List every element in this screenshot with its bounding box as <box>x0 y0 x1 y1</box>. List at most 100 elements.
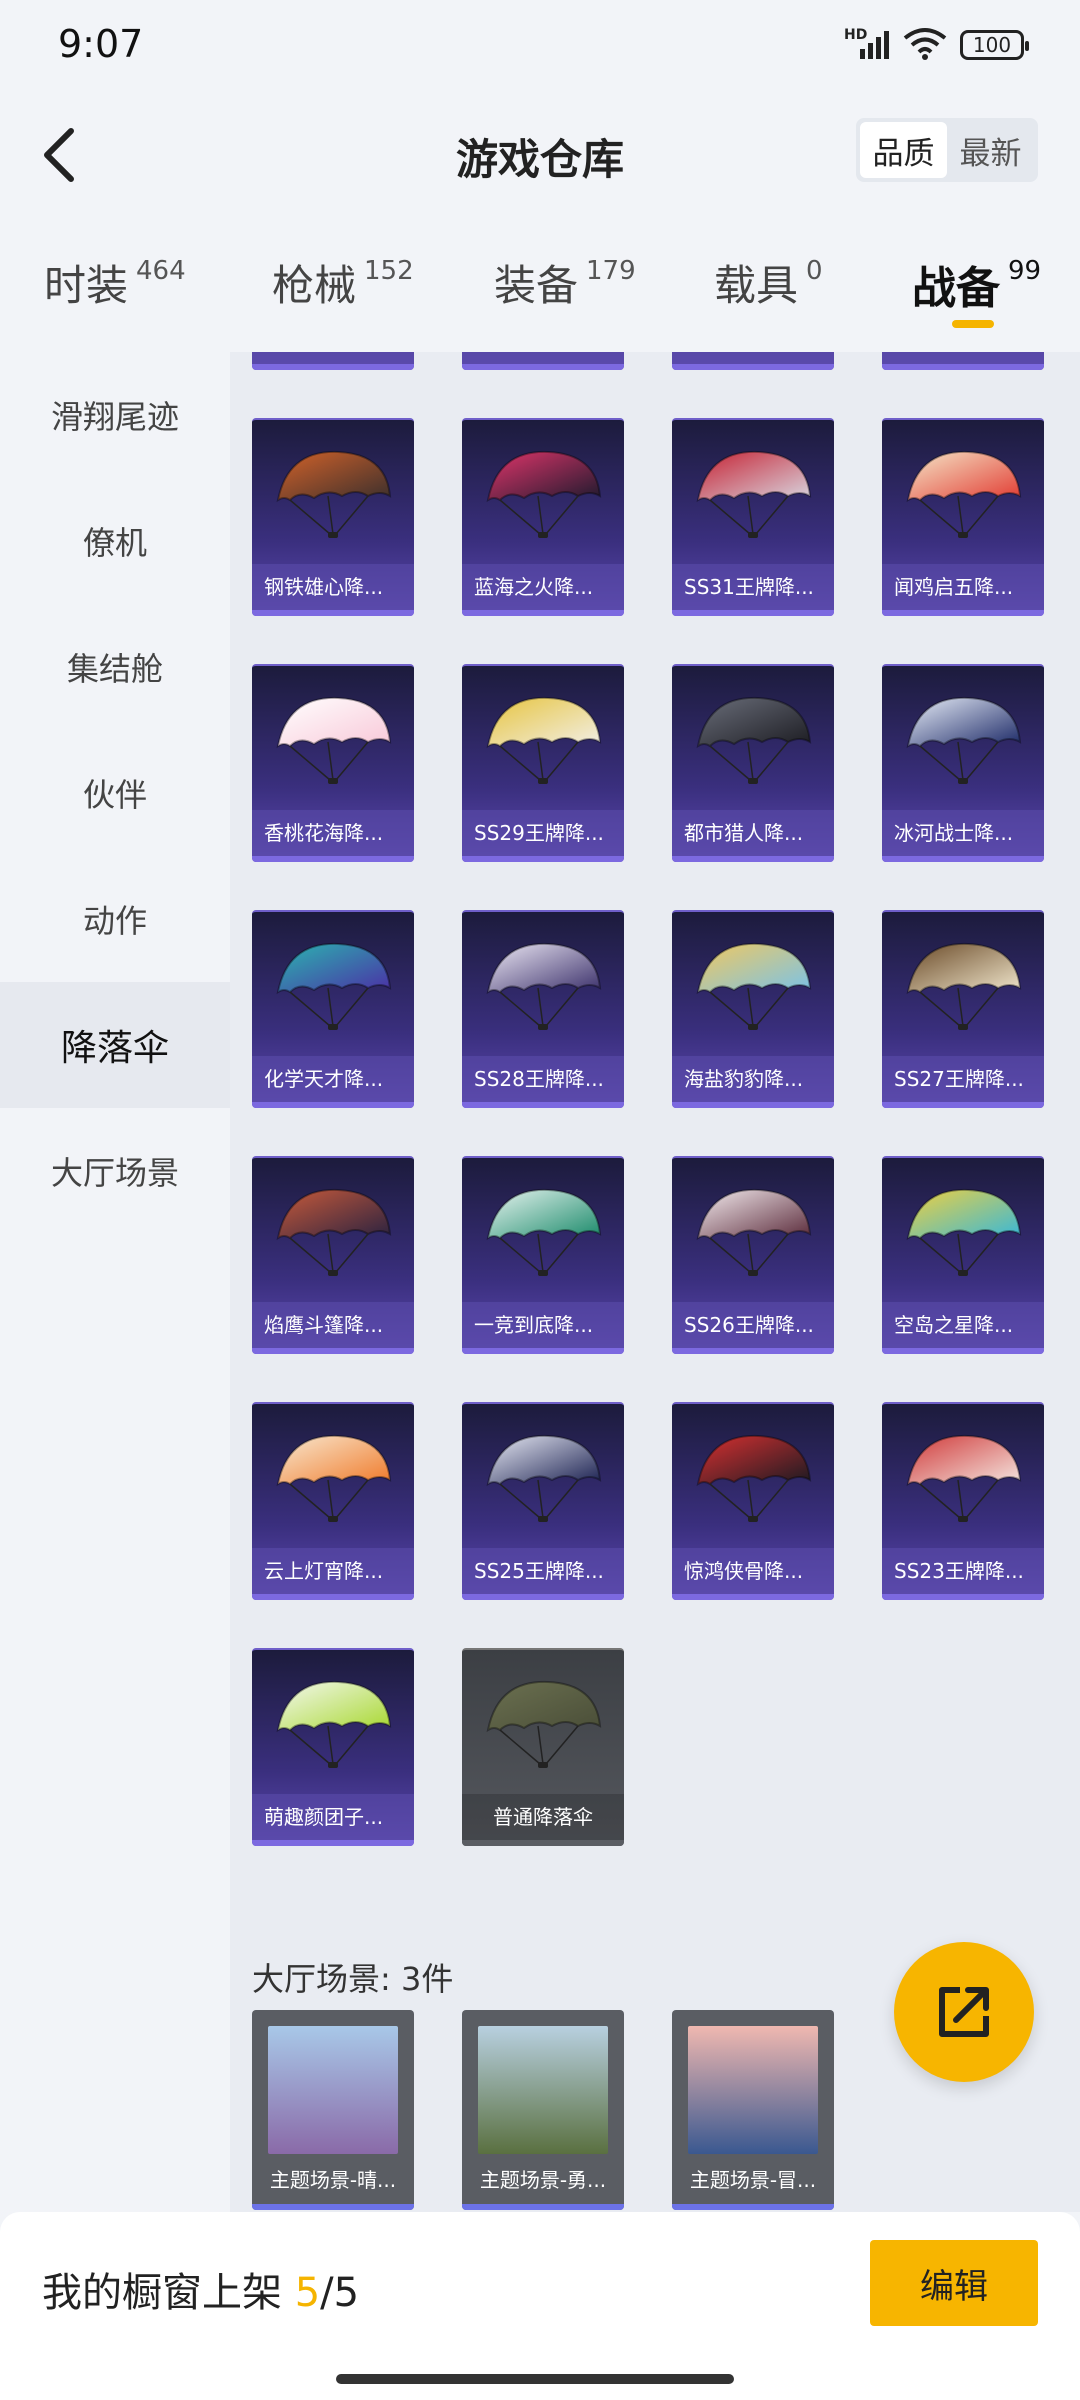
tab-label: 装备 <box>494 261 579 310</box>
quality-strip <box>252 2204 414 2210</box>
quality-strip <box>252 856 414 862</box>
parachute-icon <box>462 1158 624 1304</box>
sidebar-item-wingman[interactable]: 僚机 <box>0 478 230 604</box>
parachute-card[interactable]: 萌趣颜团子... <box>252 1648 414 1846</box>
parachute-name: 蓝海之火降... <box>462 564 624 610</box>
sort-toggle: 品质 最新 <box>856 118 1038 182</box>
parachute-name: 冰河战士降... <box>882 810 1044 856</box>
sidebar-item-assembly-pod[interactable]: 集结舱 <box>0 604 230 730</box>
parachute-card[interactable]: 钢铁雄心降... <box>252 418 414 616</box>
sidebar-item-lobby-scene[interactable]: 大厅场景 <box>0 1108 230 1234</box>
lobby-scene-card[interactable]: 主题场景-冒... <box>672 2010 834 2210</box>
parachute-name: SS27王牌降... <box>882 1056 1044 1102</box>
quality-strip <box>672 610 834 616</box>
showcase-current-count: 5 <box>294 2270 321 2316</box>
showcase-label: 我的橱窗上架 <box>42 2270 295 2316</box>
quality-strip <box>882 1102 1044 1108</box>
parachute-name: SS28王牌降... <box>462 1056 624 1102</box>
parachute-card[interactable]: 蓝海之火降... <box>462 418 624 616</box>
tab-fashion[interactable]: 时装 464 <box>44 252 186 313</box>
parachute-card[interactable]: 都市猎人降... <box>672 664 834 862</box>
parachute-card[interactable]: 冰河战士降... <box>882 664 1044 862</box>
quality-strip <box>882 1348 1044 1354</box>
parachute-card[interactable]: 云上灯宵降... <box>252 1402 414 1600</box>
parachute-card[interactable]: 化学天才降... <box>252 910 414 1108</box>
sidebar: 滑翔尾迹 僚机 集结舱 伙伴 动作 降落伞 大厅场景 <box>0 352 230 2212</box>
lobby-scene-card[interactable]: 主题场景-勇... <box>462 2010 624 2210</box>
sort-latest-button[interactable]: 最新 <box>947 122 1034 178</box>
parachute-card[interactable]: SS23王牌降... <box>882 1402 1044 1600</box>
parachute-card[interactable]: 空岛之星降... <box>882 1156 1044 1354</box>
tab-vehicles[interactable]: 载具 0 <box>714 252 823 313</box>
parachute-icon <box>672 1404 834 1550</box>
parachute-card[interactable]: 普通降落伞 <box>462 1648 624 1846</box>
quality-strip <box>462 1348 624 1354</box>
parachute-card[interactable]: SS28王牌降... <box>462 910 624 1108</box>
parachute-card[interactable]: 闻鸡启五降... <box>882 418 1044 616</box>
parachute-name: 普通降落伞 <box>462 1794 624 1840</box>
parachute-name: 云上灯宵降... <box>252 1548 414 1594</box>
parachute-card[interactable]: 一竞到底降... <box>462 1156 624 1354</box>
showcase-status: 我的橱窗上架 5/5 <box>42 2260 359 2318</box>
parachute-card[interactable]: 百战成名降... <box>462 352 624 370</box>
status-icons: HD 100 <box>844 26 1029 64</box>
parachute-icon <box>252 1650 414 1796</box>
sidebar-item-partner[interactable]: 伙伴 <box>0 730 230 856</box>
parachute-card[interactable]: SS25王牌降... <box>462 1402 624 1600</box>
quality-strip <box>462 1840 624 1846</box>
tab-equipment[interactable]: 装备 179 <box>494 252 636 313</box>
quality-strip <box>882 364 1044 370</box>
tab-count: 464 <box>136 256 186 286</box>
tab-count: 179 <box>586 256 636 286</box>
scene-thumbnail <box>478 2026 608 2154</box>
parachute-name: SS34王牌降... <box>882 352 1044 364</box>
sidebar-item-emote[interactable]: 动作 <box>0 856 230 982</box>
parachute-card[interactable]: 焰鹰斗篷降... <box>252 1156 414 1354</box>
parachute-card[interactable]: 海盐豹豹降... <box>672 910 834 1108</box>
parachute-name: SS23王牌降... <box>882 1548 1044 1594</box>
parachute-icon <box>882 420 1044 566</box>
category-tabs: 时装 464 枪械 152 装备 179 载具 0 战备 99 <box>0 240 1080 350</box>
parachute-card[interactable]: SS26王牌降... <box>672 1156 834 1354</box>
parachute-card[interactable]: SS29王牌降... <box>462 664 624 862</box>
parachute-card[interactable]: SS27王牌降... <box>882 910 1044 1108</box>
parachute-card[interactable]: SS31王牌降... <box>672 418 834 616</box>
edit-button[interactable]: 编辑 <box>870 2240 1038 2326</box>
parachute-card[interactable]: 惊鸿侠骨降... <box>672 1402 834 1600</box>
home-indicator[interactable] <box>336 2374 734 2384</box>
parachute-name: 海盐豹豹降... <box>672 1056 834 1102</box>
share-button[interactable] <box>894 1942 1034 2082</box>
parachute-icon <box>672 420 834 566</box>
parachute-card[interactable]: SS34王牌降... <box>882 352 1044 370</box>
quality-strip <box>882 1594 1044 1600</box>
status-bar: 9:07 HD 100 <box>0 0 1080 90</box>
parachute-name: SS26王牌降... <box>672 1302 834 1348</box>
tab-battle-gear[interactable]: 战备 99 <box>912 252 1041 316</box>
parachute-icon <box>672 666 834 812</box>
parachute-card[interactable]: 风迹短诗降... <box>252 352 414 370</box>
quality-strip <box>252 1594 414 1600</box>
parachute-icon <box>672 912 834 1058</box>
parachute-icon <box>462 912 624 1058</box>
quality-strip <box>252 610 414 616</box>
parachute-icon <box>462 1650 624 1796</box>
tab-count: 152 <box>364 256 414 286</box>
tab-count: 0 <box>806 256 823 286</box>
tab-weapons[interactable]: 枪械 152 <box>272 252 414 313</box>
quality-strip <box>462 1594 624 1600</box>
parachute-name: 萌趣颜团子... <box>252 1794 414 1840</box>
parachute-card[interactable]: 香桃花海降... <box>252 664 414 862</box>
parachute-name: 风迹短诗降... <box>252 352 414 364</box>
parachute-name: 百战成名降... <box>462 352 624 364</box>
lobby-scene-card[interactable]: 主题场景-晴... <box>252 2010 414 2210</box>
quality-strip <box>252 1840 414 1846</box>
quality-strip <box>462 856 624 862</box>
parachute-name: 焰鹰斗篷降... <box>252 1302 414 1348</box>
sidebar-item-parachute[interactable]: 降落伞 <box>0 982 230 1108</box>
parachute-card[interactable]: 凌霄紫焰降... <box>672 352 834 370</box>
sort-quality-button[interactable]: 品质 <box>860 122 947 178</box>
sidebar-item-glide-trail[interactable]: 滑翔尾迹 <box>0 352 230 478</box>
parachute-icon <box>252 1158 414 1304</box>
parachute-icon <box>882 912 1044 1058</box>
parachute-icon <box>462 420 624 566</box>
